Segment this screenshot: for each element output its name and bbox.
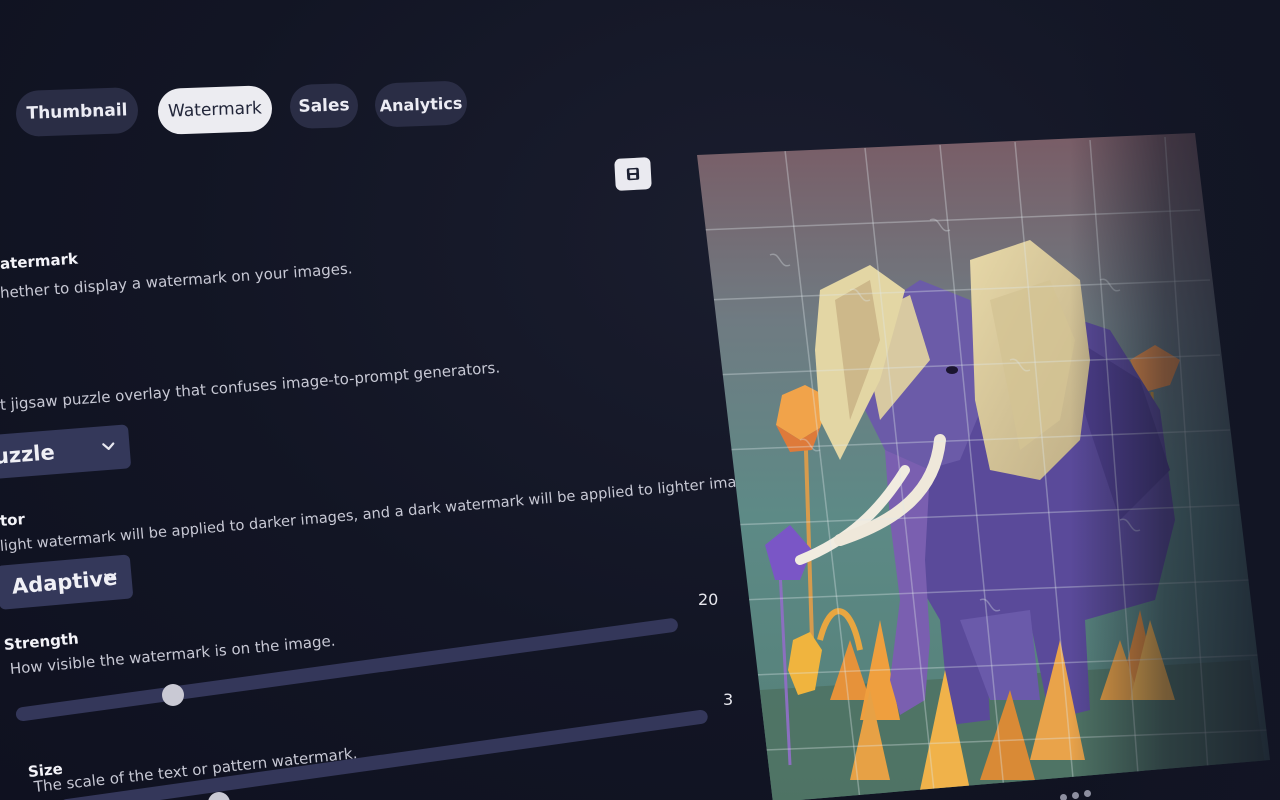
- color-label: tor: [0, 510, 26, 530]
- strength-value: 20: [698, 590, 719, 609]
- save-icon: [626, 167, 640, 181]
- chevron-down-icon: [102, 442, 115, 450]
- chevron-down-icon: [104, 572, 117, 581]
- app-viewport: Thumbnail Watermark Sales Analytics ater…: [0, 0, 1280, 800]
- size-value: 3: [723, 690, 734, 709]
- tab-analytics[interactable]: Analytics: [374, 80, 468, 128]
- pagination-dot[interactable]: [1072, 792, 1079, 799]
- edge-fade: [1070, 0, 1280, 800]
- size-slider-knob[interactable]: [208, 792, 230, 800]
- color-select[interactable]: Adaptive: [0, 554, 134, 610]
- pagination-dot[interactable]: [1060, 794, 1067, 800]
- watermark-label: atermark: [0, 249, 79, 273]
- pattern-select[interactable]: uzzle: [0, 424, 132, 480]
- color-description: light watermark will be applied to darke…: [0, 470, 768, 555]
- pagination-dot[interactable]: [1084, 790, 1091, 797]
- strength-slider-track[interactable]: [15, 617, 679, 722]
- size-slider-track[interactable]: [59, 709, 709, 800]
- tab-watermark[interactable]: Watermark: [157, 85, 273, 135]
- pattern-description: t jigsaw puzzle overlay that confuses im…: [0, 358, 501, 414]
- strength-slider-knob[interactable]: [162, 684, 184, 706]
- strength-label: Strength: [3, 629, 80, 654]
- save-button[interactable]: [614, 157, 652, 191]
- pattern-select-value: uzzle: [0, 440, 56, 469]
- tab-sales[interactable]: Sales: [289, 82, 359, 130]
- tab-thumbnail[interactable]: Thumbnail: [15, 86, 139, 138]
